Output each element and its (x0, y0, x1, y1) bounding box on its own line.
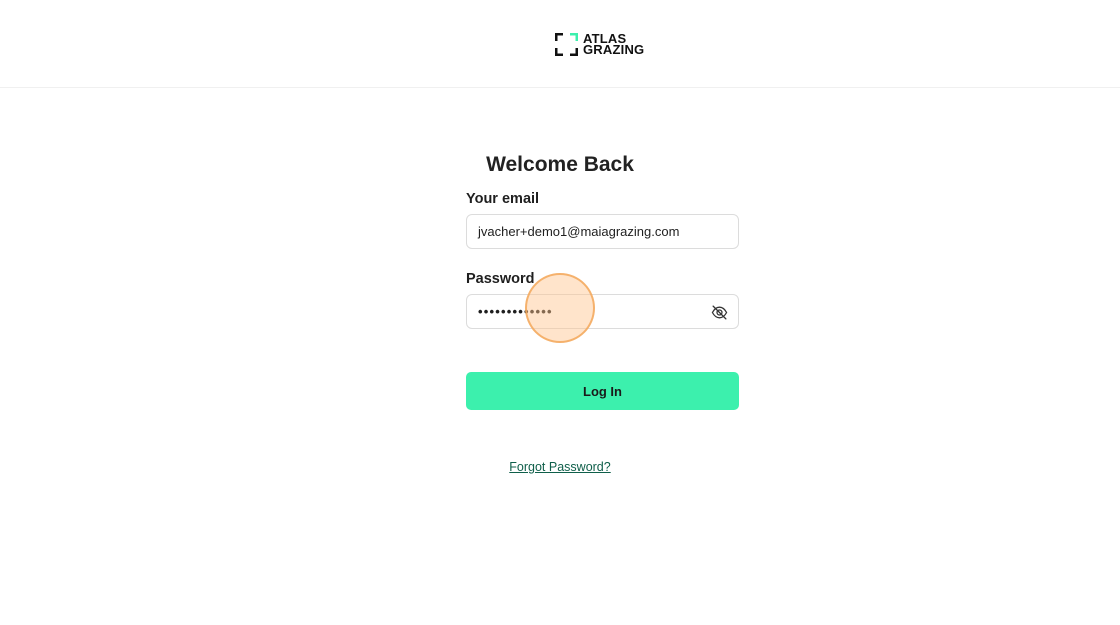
app-header: ATLAS GRAZING (0, 0, 1120, 88)
email-label: Your email (466, 191, 540, 207)
email-field[interactable]: jvacher+demo1@maiagrazing.com (466, 214, 739, 249)
eye-off-icon[interactable] (711, 304, 728, 321)
password-value: ••••••••••••• (478, 304, 553, 319)
corner-brackets-icon (555, 32, 578, 56)
email-value: jvacher+demo1@maiagrazing.com (478, 224, 680, 239)
password-field[interactable]: ••••••••••••• (466, 294, 739, 329)
login-button[interactable]: Log In (466, 372, 739, 410)
logo-wordmark: ATLAS GRAZING (583, 32, 645, 57)
page-title: Welcome Back (486, 153, 634, 176)
password-label: Password (466, 271, 535, 287)
atlas-grazing-logo[interactable]: ATLAS GRAZING (555, 32, 644, 56)
forgot-password-link[interactable]: Forgot Password? (0, 460, 1120, 474)
logo-line-2: GRAZING (583, 42, 645, 57)
